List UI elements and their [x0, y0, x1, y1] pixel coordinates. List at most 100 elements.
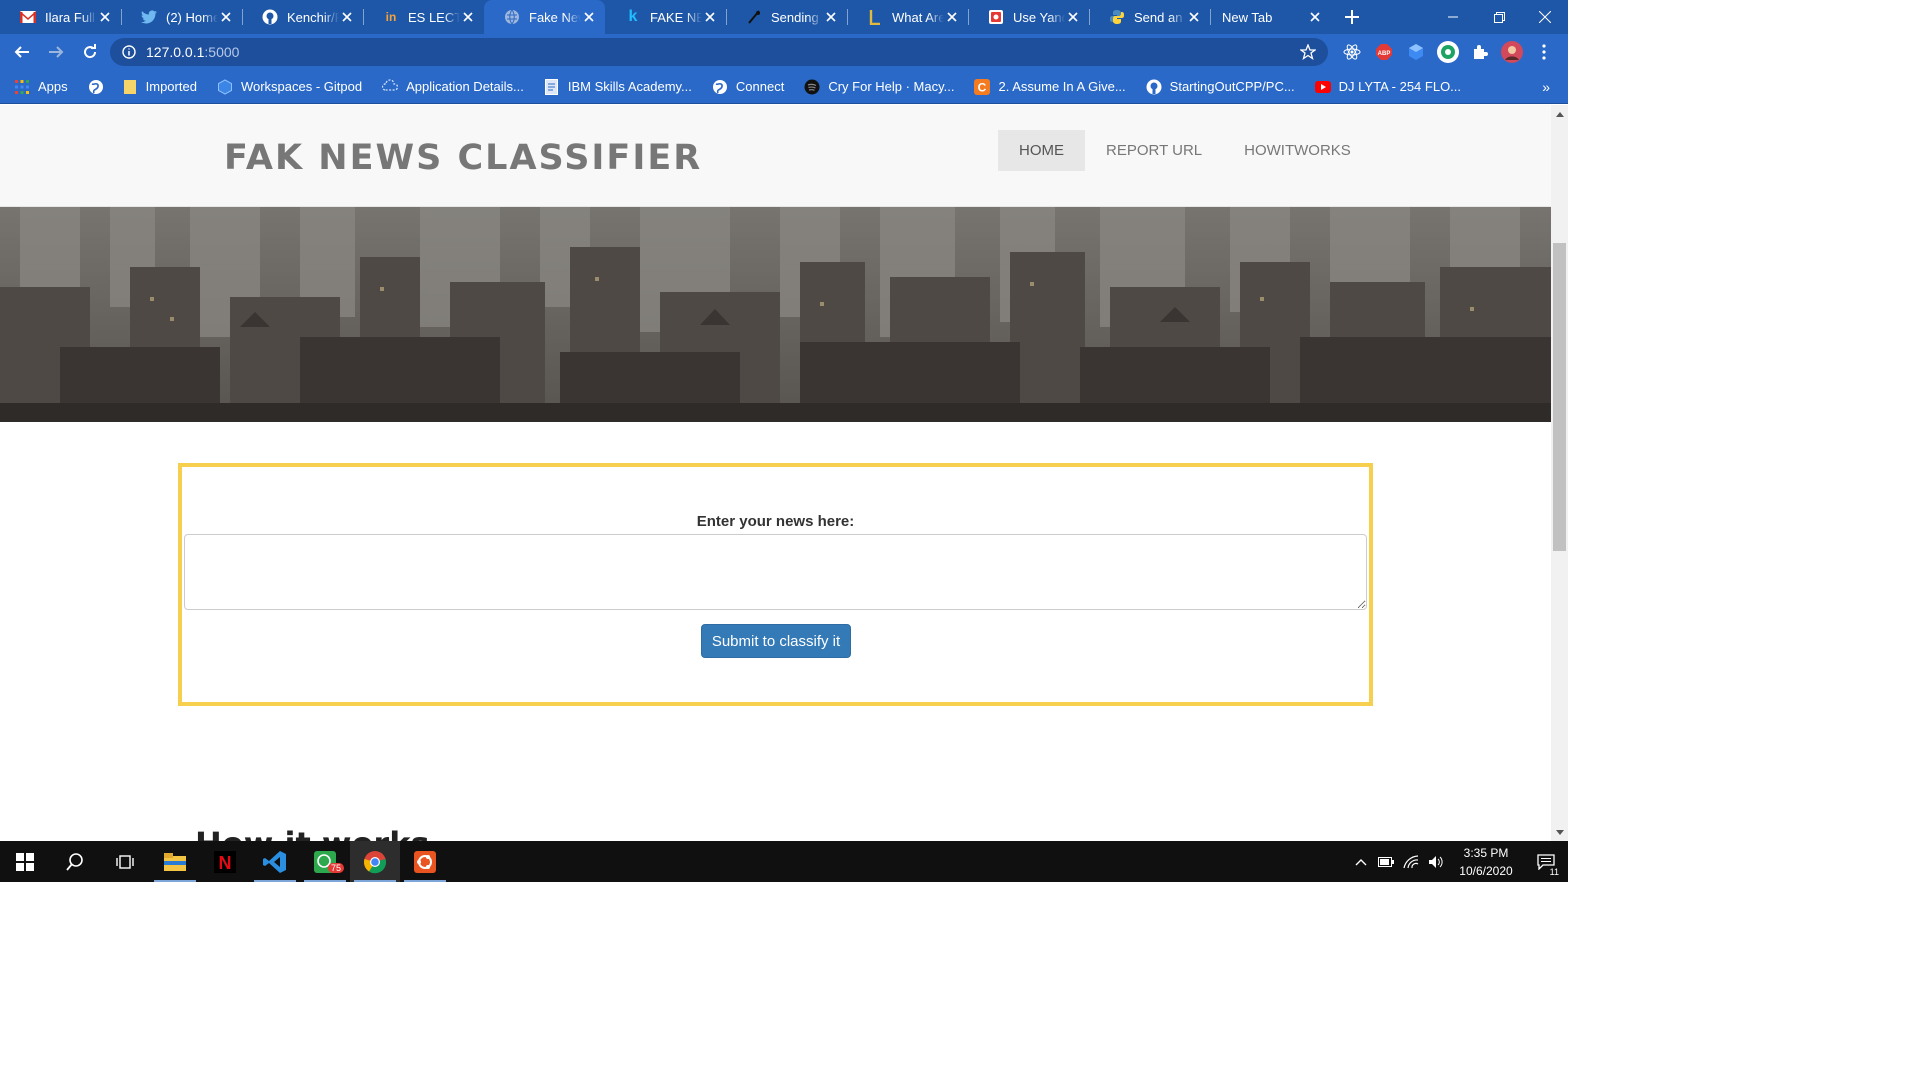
search-icon: [66, 852, 83, 871]
close-icon[interactable]: [460, 9, 476, 25]
bookmark-gitpod[interactable]: Workspaces - Gitpod: [217, 78, 362, 95]
clock[interactable]: 3:35 PM 10/6/2020: [1448, 844, 1524, 880]
tab-slides[interactable]: in ES LECTUR: [363, 0, 484, 34]
page-scrollbar[interactable]: [1551, 105, 1568, 841]
tab-kaggle[interactable]: k FAKE NEW: [605, 0, 726, 34]
tab-yandex[interactable]: Use Yande: [968, 0, 1089, 34]
gitpod-icon: [217, 78, 233, 95]
close-icon[interactable]: [1186, 9, 1202, 25]
bookmark-assume[interactable]: C 2. Assume In A Give...: [974, 78, 1126, 95]
bookmarks-overflow-button[interactable]: »: [1542, 79, 1550, 95]
chrome-profile-icon[interactable]: [1432, 38, 1464, 66]
windows-taskbar: N 75 3:35 PM 10/6/2020 11: [0, 841, 1568, 882]
bookmark-starting-out-cpp[interactable]: StartingOutCPP/PC...: [1146, 79, 1295, 95]
site-brand[interactable]: FAK NEWS CLASSIFIER: [224, 138, 702, 178]
nav-report-url[interactable]: REPORT URL: [1085, 130, 1223, 171]
nav-how-it-works[interactable]: HOWITWORKS: [1223, 130, 1372, 171]
bookmark-ibm-skills[interactable]: IBM Skills Academy...: [544, 78, 692, 95]
close-window-button[interactable]: [1522, 0, 1568, 34]
menu-kebab-icon[interactable]: [1528, 38, 1560, 66]
back-button[interactable]: [5, 37, 39, 67]
close-icon[interactable]: [581, 9, 597, 25]
tab-new-tab[interactable]: New Tab: [1210, 0, 1331, 34]
site-navbar: FAK NEWS CLASSIFIER HOME REPORT URL HOWI…: [0, 105, 1551, 207]
close-icon[interactable]: [218, 9, 234, 25]
back-arrow-icon: [14, 46, 29, 58]
tab-fake-news[interactable]: Fake News: [484, 0, 605, 34]
window-controls: [1430, 0, 1568, 34]
search-button[interactable]: [50, 841, 100, 882]
tab-title: ES LECTUR: [408, 9, 460, 25]
bookmark-label: Cry For Help · Macy...: [828, 79, 955, 94]
tab-title: What Are: [892, 9, 944, 25]
address-bar[interactable]: 127.0.0.1:5000: [110, 38, 1328, 66]
new-tab-button[interactable]: [1337, 0, 1367, 34]
bookmark-connect[interactable]: Connect: [712, 79, 784, 95]
vscode-app[interactable]: [250, 841, 300, 882]
vscode-icon: [263, 850, 286, 873]
avatar[interactable]: [1496, 38, 1528, 66]
puzzle-extensions-icon[interactable]: [1464, 38, 1496, 66]
volume-icon[interactable]: [1423, 841, 1448, 882]
restore-button[interactable]: [1476, 0, 1522, 34]
close-icon[interactable]: [1307, 9, 1323, 25]
action-center-button[interactable]: 11: [1524, 841, 1568, 882]
tab-twitter[interactable]: (2) Home / T: [121, 0, 242, 34]
nav-home[interactable]: HOME: [998, 130, 1085, 171]
tab-strip: Ilara Full st (2) Home / T Kenchir/Fa in…: [0, 0, 1568, 34]
start-button[interactable]: [0, 841, 50, 882]
news-textarea[interactable]: [184, 534, 1367, 610]
scroll-down-arrow-icon[interactable]: [1551, 824, 1568, 841]
adblock-icon[interactable]: ABP: [1368, 38, 1400, 66]
task-view-button[interactable]: [100, 841, 150, 882]
close-icon[interactable]: [823, 9, 839, 25]
tab-python[interactable]: Send an E: [1089, 0, 1210, 34]
close-icon[interactable]: [97, 9, 113, 25]
chevron-up-icon[interactable]: [1348, 841, 1373, 882]
scrollbar-thumb[interactable]: [1553, 243, 1566, 551]
minimize-button[interactable]: [1430, 0, 1476, 34]
bookmark-spotify[interactable]: Cry For Help · Macy...: [804, 79, 954, 95]
bookmark-youtube[interactable]: DJ LYTA - 254 FLO...: [1314, 79, 1461, 95]
bookmark-star-icon[interactable]: [1300, 44, 1316, 60]
whatsapp-app[interactable]: 75: [300, 841, 350, 882]
wifi-icon[interactable]: [1398, 841, 1423, 882]
react-devtools-icon[interactable]: [1336, 38, 1368, 66]
clock-time: 3:35 PM: [1463, 845, 1509, 860]
ubuntu-app[interactable]: [400, 841, 450, 882]
forward-button[interactable]: [39, 37, 73, 67]
tab-gmail[interactable]: Ilara Full st: [0, 0, 121, 34]
bookmark-globe[interactable]: [88, 79, 104, 95]
cube-extension-icon[interactable]: [1400, 38, 1432, 66]
bookmark-imported[interactable]: Imported: [122, 79, 197, 95]
tab-what-are[interactable]: What Are: [847, 0, 968, 34]
chrome-app[interactable]: [350, 841, 400, 882]
netflix-icon: N: [214, 850, 236, 873]
info-icon[interactable]: [122, 45, 136, 59]
bookmark-label: IBM Skills Academy...: [567, 79, 692, 94]
tab-sending-email[interactable]: Sending e: [726, 0, 847, 34]
bookmark-label: 2. Assume In A Give...: [998, 79, 1126, 94]
file-explorer-app[interactable]: [150, 841, 200, 882]
close-icon[interactable]: [702, 9, 718, 25]
bookmark-apps[interactable]: Apps: [14, 79, 68, 95]
netflix-app[interactable]: N: [200, 841, 250, 882]
scroll-up-arrow-icon[interactable]: [1551, 105, 1568, 122]
svg-text:ABP: ABP: [1378, 51, 1391, 57]
extensions-area: ABP: [1336, 38, 1560, 66]
kaggle-icon: k: [628, 8, 638, 25]
close-icon[interactable]: [944, 9, 960, 25]
forward-arrow-icon: [49, 46, 64, 58]
reload-button[interactable]: [73, 37, 107, 67]
page-viewport: FAK NEWS CLASSIFIER HOME REPORT URL HOWI…: [0, 105, 1551, 841]
windows-logo-icon: [16, 852, 34, 871]
bookmark-application-details[interactable]: Application Details...: [382, 78, 524, 95]
close-icon[interactable]: [339, 9, 355, 25]
battery-icon[interactable]: [1373, 841, 1398, 882]
tab-title: Sending e: [771, 9, 823, 25]
tab-github[interactable]: Kenchir/Fa: [242, 0, 363, 34]
chrome-icon: [363, 850, 387, 873]
close-icon[interactable]: [1065, 9, 1081, 25]
slides-icon: in: [385, 10, 397, 24]
submit-classify-button[interactable]: Submit to classify it: [701, 624, 851, 658]
